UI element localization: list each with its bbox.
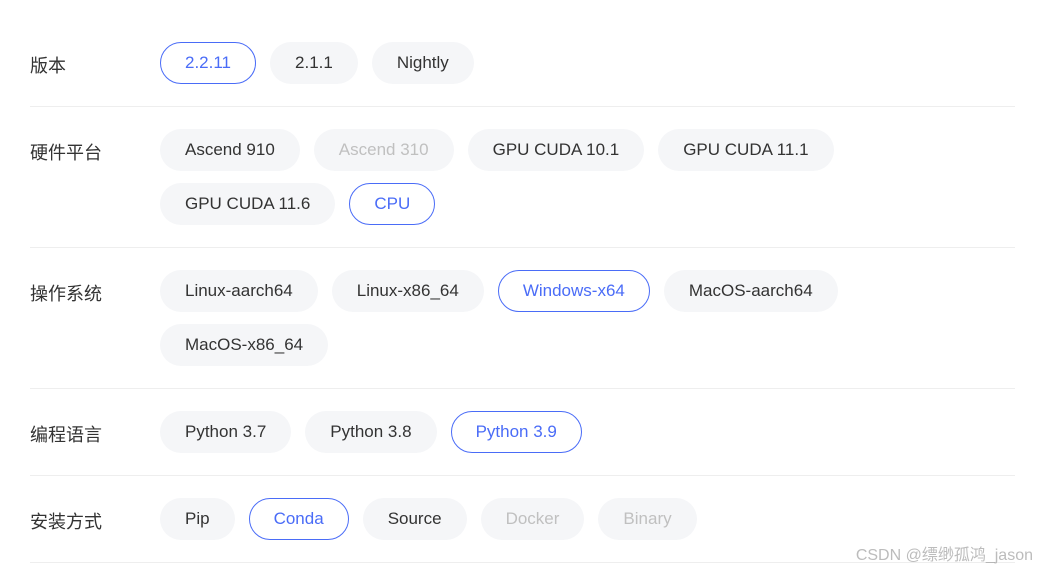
selector-container: 版本2.2.112.1.1Nightly硬件平台Ascend 910Ascend… — [30, 20, 1015, 563]
row-language: 编程语言Python 3.7 Python 3.8 Python 3.9 — [30, 389, 1015, 476]
option-install-source[interactable]: Source — [363, 498, 467, 540]
label-version: 版本 — [30, 42, 160, 78]
option-lang-python-3-9[interactable]: Python 3.9 — [451, 411, 582, 453]
option-hw-cpu[interactable]: CPU — [349, 183, 435, 225]
option-hw-ascend-910[interactable]: Ascend 910 — [160, 129, 300, 171]
options-hardware: Ascend 910 Ascend 310 GPU CUDA 10.1 GPU CUD… — [160, 129, 1015, 225]
option-os-linux-aarch64[interactable]: Linux-aarch64 — [160, 270, 318, 312]
options-install: Pip Conda Source Docker Binary — [160, 498, 1015, 540]
option-lang-python-3-7[interactable]: Python 3.7 — [160, 411, 291, 453]
option-lang-python-3-8[interactable]: Python 3.8 — [305, 411, 436, 453]
options-language: Python 3.7 Python 3.8 Python 3.9 — [160, 411, 1015, 453]
row-install: 安装方式Pip Conda Source Docker Binary — [30, 476, 1015, 563]
label-language: 编程语言 — [30, 411, 160, 447]
option-hw-ascend-310: Ascend 310 — [314, 129, 454, 171]
label-install: 安装方式 — [30, 498, 160, 534]
options-os: Linux-aarch64 Linux-x86_64 Windows-x64 MacO… — [160, 270, 1015, 366]
option-os-macos-aarch64[interactable]: MacOS-aarch64 — [664, 270, 838, 312]
option-install-conda[interactable]: Conda — [249, 498, 349, 540]
option-os-windows-x64[interactable]: Windows-x64 — [498, 270, 650, 312]
options-version: 2.2.11 2.1.1 Nightly — [160, 42, 1015, 84]
option-install-docker: Docker — [481, 498, 585, 540]
row-version: 版本2.2.11 2.1.1 Nightly — [30, 20, 1015, 107]
option-version-2-1-1[interactable]: 2.1.1 — [270, 42, 358, 84]
row-os: 操作系统Linux-aarch64 Linux-x86_64 Windows-x64… — [30, 248, 1015, 389]
option-version-nightly[interactable]: Nightly — [372, 42, 474, 84]
option-hw-cuda-11-6[interactable]: GPU CUDA 11.6 — [160, 183, 335, 225]
option-install-pip[interactable]: Pip — [160, 498, 235, 540]
option-os-linux-x86-64[interactable]: Linux-x86_64 — [332, 270, 484, 312]
option-install-binary: Binary — [598, 498, 696, 540]
label-hardware: 硬件平台 — [30, 129, 160, 165]
option-hw-cuda-11-1[interactable]: GPU CUDA 11.1 — [658, 129, 833, 171]
option-os-macos-x86-64[interactable]: MacOS-x86_64 — [160, 324, 328, 366]
label-os: 操作系统 — [30, 270, 160, 306]
option-hw-cuda-10-1[interactable]: GPU CUDA 10.1 — [468, 129, 645, 171]
row-hardware: 硬件平台Ascend 910 Ascend 310 GPU CUDA 10.1 GPU… — [30, 107, 1015, 248]
option-version-2-2-11[interactable]: 2.2.11 — [160, 42, 256, 84]
